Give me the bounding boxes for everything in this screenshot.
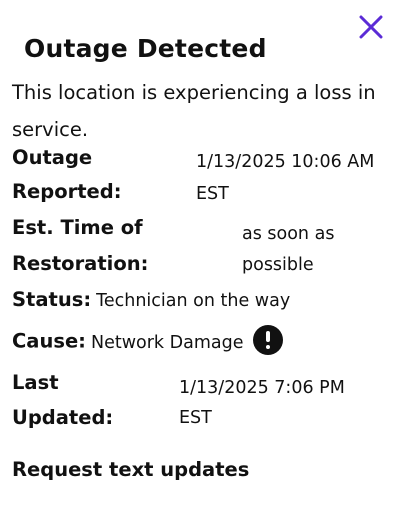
- reported-value-line1: 1/13/2025 10:06 AM: [196, 152, 375, 172]
- dialog-title: Outage Detected: [24, 34, 267, 63]
- cause-label: Cause:: [12, 329, 86, 353]
- outage-description: This location is experiencing a loss in …: [12, 81, 376, 141]
- restoration-value-line2: possible: [242, 255, 314, 275]
- close-button[interactable]: [358, 14, 384, 40]
- reported-label-line2: Reported:: [12, 180, 122, 203]
- close-icon: [359, 15, 383, 39]
- reported-label-line1: Outage: [12, 146, 93, 169]
- cause-value: Network Damage: [90, 332, 244, 353]
- restoration-label-line2: Restoration:: [12, 252, 149, 275]
- status-label: Status:: [12, 288, 92, 311]
- updated-value-line2: EST: [179, 408, 212, 428]
- reported-value-line2: EST: [196, 184, 229, 204]
- restoration-value-line1: as soon as: [242, 224, 335, 244]
- request-text-updates-link[interactable]: Request text updates: [12, 458, 249, 481]
- restoration-label-line1: Est. Time of: [12, 216, 143, 239]
- updated-label-line1: Last: [12, 371, 59, 394]
- updated-value-line1: 1/13/2025 7:06 PM: [179, 378, 345, 398]
- status-row: Status: Technician on the way: [12, 288, 290, 311]
- status-value: Technician on the way: [96, 291, 291, 311]
- alert-icon[interactable]: [253, 325, 284, 355]
- cause-row: Cause: Network Damage: [12, 325, 284, 358]
- updated-label-line2: Updated:: [12, 406, 114, 429]
